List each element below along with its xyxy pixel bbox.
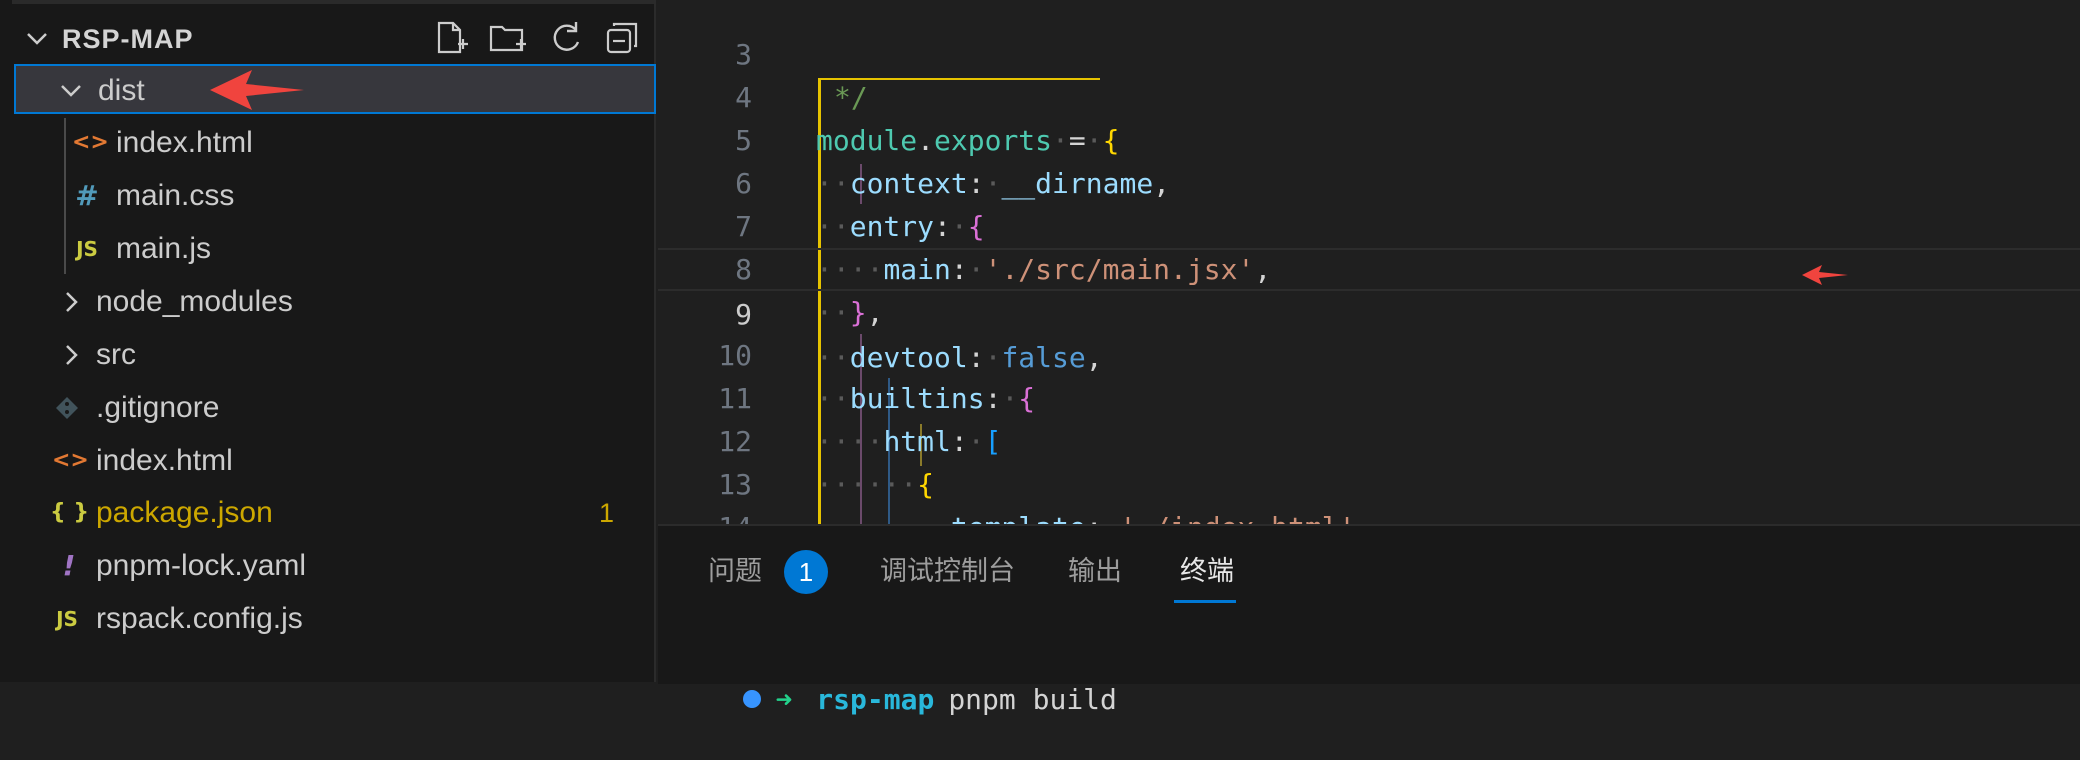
tab-problems[interactable]: 问题 — [708, 552, 762, 602]
code-line[interactable]: 5 ··context:·__dirname, — [658, 76, 2080, 200]
tree-label: main.css — [116, 179, 235, 212]
code-line[interactable]: 13 ········template:·'./index.html', — [658, 420, 2080, 524]
new-folder-icon[interactable] — [488, 18, 528, 58]
refresh-icon[interactable] — [546, 18, 586, 58]
tree-file-dist-index-html[interactable]: <> index.html — [14, 118, 654, 168]
tree-label: main.js — [116, 232, 212, 265]
tree-folder-node-modules[interactable]: node_modules — [14, 277, 654, 327]
code-line[interactable]: 6 ··entry:·{ — [658, 119, 2080, 243]
tree-label: dist — [98, 74, 145, 107]
chevron-right-icon — [66, 345, 78, 365]
json-file-icon: { } — [50, 500, 89, 525]
code-line-current[interactable]: 9 ··devtool:·false, — [658, 248, 2080, 374]
annotation-arrow-icon — [210, 70, 304, 110]
tab-terminal[interactable]: 终端 — [1180, 552, 1234, 602]
tree-file-gitignore[interactable]: .gitignore — [14, 383, 654, 433]
tree-label: .gitignore — [96, 391, 220, 424]
js-file-icon: JS — [56, 607, 78, 631]
tree-label: pnpm-lock.yaml — [96, 549, 307, 582]
problem-count-badge: 1 — [598, 498, 614, 528]
tree-file-main-css[interactable]: # main.css — [14, 171, 654, 221]
code-line[interactable]: 11 ····html:·[ — [658, 334, 2080, 458]
problems-count-badge: 1 — [784, 550, 828, 594]
tree-label: index.html — [96, 444, 233, 477]
explorer-sidebar: RSP-MAP dist <> index.html # main.css JS… — [0, 0, 656, 682]
code-line[interactable]: 8 ··}, — [658, 205, 2080, 329]
css-file-icon: # — [75, 179, 99, 212]
tree-folder-dist[interactable]: dist — [14, 64, 656, 114]
code-line[interactable]: 3 */ — [658, 0, 2080, 114]
active-tab-indicator — [1174, 600, 1236, 603]
command-status-dot-icon — [743, 690, 762, 708]
annotation-arrow-icon — [1802, 265, 1848, 285]
tree-label: index.html — [116, 126, 253, 159]
bottom-panel: 问题 1 调试控制台 输出 终端 ➜ rsp-map pnpm build — [658, 524, 2080, 716]
tree-file-package-json[interactable]: { } package.json 1 — [14, 488, 654, 538]
tree-label: rspack.config.js — [96, 602, 303, 635]
line-number: 14 — [672, 506, 752, 524]
new-file-icon[interactable] — [430, 18, 470, 58]
collapse-all-icon[interactable] — [602, 18, 642, 58]
tree-label: src — [96, 338, 136, 371]
code-line[interactable]: 10 ··builtins:·{ — [658, 291, 2080, 415]
project-title: RSP-MAP — [62, 24, 194, 54]
tab-debug-console[interactable]: 调试控制台 — [880, 552, 1015, 602]
tree-file-pnpm-lock[interactable]: ! pnpm-lock.yaml — [14, 541, 654, 591]
sidebar-top-strip — [12, 0, 654, 4]
code-text: ········template:·'./index.html', — [816, 506, 1372, 524]
chevron-right-icon — [66, 292, 78, 312]
tree-file-rspack-config[interactable]: JS rspack.config.js — [14, 594, 654, 644]
terminal-cwd: rsp-map — [816, 683, 935, 716]
code-line[interactable]: 12 ······{ — [658, 377, 2080, 501]
tab-output[interactable]: 输出 — [1068, 552, 1122, 602]
explorer-section-header[interactable]: RSP-MAP — [0, 14, 656, 64]
yaml-file-icon: ! — [62, 549, 76, 582]
prompt-arrow-icon: ➜ — [775, 683, 793, 716]
tree-file-main-js[interactable]: JS main.js — [14, 224, 654, 274]
tree-folder-src[interactable]: src — [14, 330, 654, 380]
tree-file-index-html[interactable]: <> index.html — [14, 436, 654, 486]
chevron-down-icon[interactable] — [22, 24, 52, 54]
code-line[interactable]: 14 ······}, — [658, 463, 2080, 524]
terminal-prompt-line[interactable]: ➜ rsp-map pnpm build — [676, 640, 1117, 716]
code-editor[interactable]: 3 */ 4 module.exports·=·{ 5 ··context:·_… — [658, 0, 2080, 524]
html-file-icon: <> — [72, 130, 109, 155]
git-file-icon — [56, 397, 78, 419]
code-line[interactable]: 4 module.exports·=·{ — [658, 33, 2080, 157]
terminal-command: pnpm build — [948, 683, 1117, 716]
js-file-icon: JS — [76, 237, 98, 261]
code-line[interactable]: 7 ····main:·'./src/main.jsx', — [658, 162, 2080, 286]
chevron-down-icon — [61, 85, 81, 97]
tree-label: package.json — [96, 496, 273, 529]
tree-label: node_modules — [96, 285, 293, 318]
html-file-icon: <> — [52, 448, 89, 473]
